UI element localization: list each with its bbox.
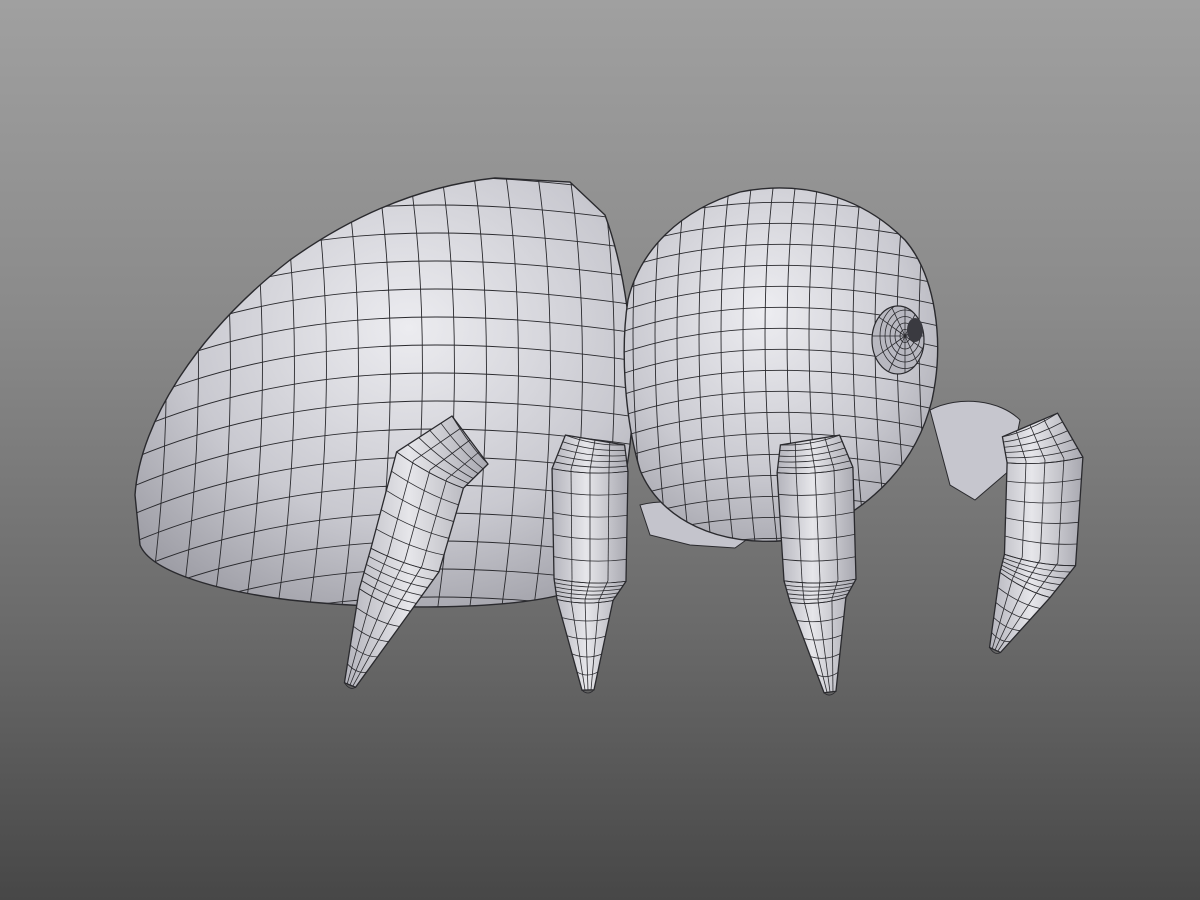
leg-mid-1 — [551, 434, 629, 694]
leg-mid-2 — [776, 434, 857, 696]
spider-model-render — [134, 177, 1084, 696]
3d-viewport[interactable] — [0, 0, 1200, 900]
